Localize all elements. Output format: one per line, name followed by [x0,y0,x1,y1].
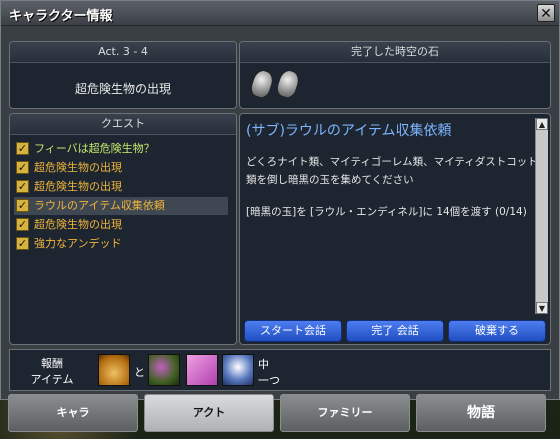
checkbox-check-icon[interactable]: ✓ [16,218,29,231]
quest-list-item[interactable]: ✓ 強力なアンデッド [14,235,228,253]
quest-label: ラウルのアイテム収集依頼 [34,199,165,212]
quest-label: 超危険生物の出現 [34,218,122,231]
abandon-button[interactable]: 破棄する [448,320,546,342]
act-header: Act. 3 - 4 [10,42,236,63]
complete-talk-button[interactable]: 完了 会話 [346,320,444,342]
tab-story[interactable]: 物語 [416,394,546,432]
quest-label: 超危険生物の出現 [34,161,122,174]
reward-label: 報酬 [41,357,63,370]
reward-quantity-unit: 一つ [258,374,280,387]
scroll-up-icon[interactable]: ▲ [536,118,548,130]
tab-chara[interactable]: キャラ [8,394,138,432]
close-button[interactable]: ✕ [537,4,555,22]
quest-label: 超危険生物の出現 [34,180,122,193]
checkbox-check-icon[interactable]: ✓ [16,142,29,155]
reward-and-text: と [134,366,145,379]
title-bar[interactable]: キャラクター情報 ✕ [1,1,559,26]
time-stone-header: 完了した時空の石 [240,42,550,63]
quest-list-item[interactable]: ✓ ラウルのアイテム収集依頼 [14,197,228,215]
time-stone-icon [248,67,276,101]
window-title: キャラクター情報 [9,9,113,24]
tab-family[interactable]: ファミリー [280,394,410,432]
quest-header: クエスト [10,114,236,135]
quest-panel: クエスト ✓ フィーバは超危険生物？ ✓ 超危険生物の出現 ✓ 超危険生物の出現 ✓ ラウルの… [9,113,237,345]
quest-list-item[interactable]: ✓ 超危険生物の出現 [14,159,228,177]
checkbox-check-icon[interactable]: ✓ [16,180,29,193]
potion-jar-icon[interactable] [222,354,254,386]
gold-bag-icon[interactable] [98,354,130,386]
quest-list-item[interactable]: ✓ フィーバは超危険生物？ [14,140,228,158]
quest-detail-line: 類を倒し暗黒の玉を集めてください [246,174,414,186]
time-stone-icon [274,67,302,101]
time-stone-panel: 完了した時空の石 [239,41,551,109]
checkbox-check-icon[interactable]: ✓ [16,237,29,250]
quest-detail-objective: [暗黒の玉]を [ラウル・エンディネル]に 14個を渡す (0/14) [246,206,527,218]
reward-quantity: 中 [258,358,269,371]
act-subtitle: 超危険生物の出現 [74,82,171,96]
close-icon: ✕ [540,6,552,22]
act-panel: Act. 3 - 4 超危険生物の出現 [9,41,237,109]
checkbox-check-icon[interactable]: ✓ [16,161,29,174]
quest-detail-line: どくろナイト類、マイティゴーレム類、マイティダストコット [246,156,538,168]
quest-detail-title: (サブ)ラウルのアイテム収集依頼 [246,123,452,139]
detail-scrollbar[interactable]: ▲ ▼ [535,118,548,314]
start-talk-button[interactable]: スタート会話 [244,320,342,342]
herb-bundle-icon[interactable] [148,354,180,386]
scroll-down-icon[interactable]: ▼ [536,302,548,314]
character-info-window: キャラクター情報 ✕ Act. 3 - 4 超危険生物の出現 完了した時空の石 … [0,0,560,400]
quest-list-item[interactable]: ✓ 超危険生物の出現 [14,216,228,234]
reward-item-label: アイテム [30,373,74,386]
pink-leaf-icon[interactable] [186,354,218,386]
checkbox-check-icon[interactable]: ✓ [16,199,29,212]
quest-detail-panel: (サブ)ラウルのアイテム収集依頼 どくろナイト類、マイティゴーレム類、マイティダ… [239,113,551,345]
quest-list-item[interactable]: ✓ 超危険生物の出現 [14,178,228,196]
reward-box: 報酬 アイテム と 中 一つ [9,349,551,391]
quest-label: フィーバは超危険生物？ [34,142,155,155]
tab-act[interactable]: アクト [144,394,274,432]
quest-label: 強力なアンデッド [34,237,122,250]
